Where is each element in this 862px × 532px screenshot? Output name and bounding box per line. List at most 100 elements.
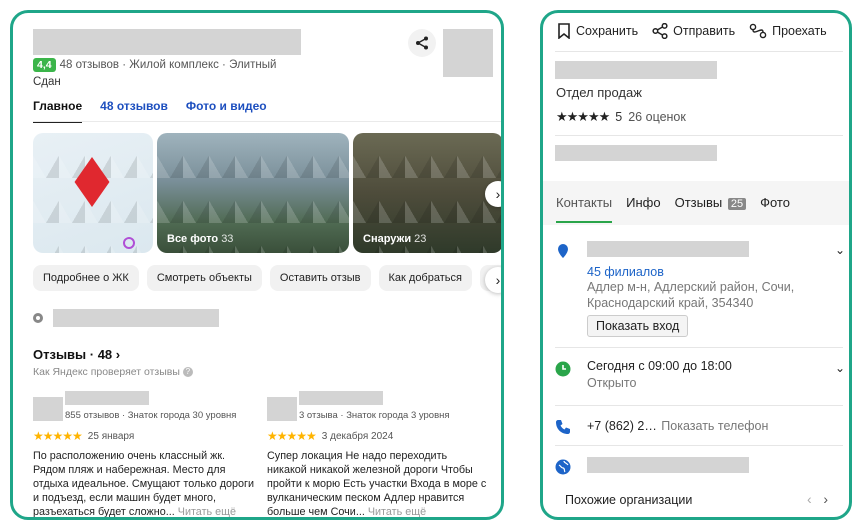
- chip-details[interactable]: Подробнее о ЖК: [33, 265, 139, 291]
- location-pin-icon: [33, 313, 43, 323]
- reviews-verification-note[interactable]: Как Яндекс проверяет отзывы ?: [33, 366, 193, 378]
- chevron-right-icon[interactable]: ›: [823, 491, 828, 507]
- review-text: Супер локация Не надо переходить никакой…: [267, 450, 487, 518]
- author-name-redacted[interactable]: [299, 391, 383, 405]
- question-icon: ?: [182, 367, 193, 378]
- chip-view-objects[interactable]: Смотреть объекты: [146, 265, 262, 291]
- rating-row[interactable]: ★★★★★ 5 26 оценок: [556, 109, 686, 125]
- route-icon: [749, 23, 767, 39]
- all-photos-caption: Все фото 33: [167, 233, 234, 245]
- tab-main[interactable]: Главное: [33, 99, 83, 123]
- tab-reviews[interactable]: 48 отзывов: [100, 99, 168, 123]
- tab-photo[interactable]: Фото: [760, 195, 790, 223]
- address-text: Адлер м-н, Адлерский район, Сочи, Красно…: [587, 280, 795, 310]
- branches-link[interactable]: 45 филиалов: [587, 265, 817, 279]
- divider: [555, 51, 843, 52]
- show-phone-link[interactable]: Показать телефон: [661, 419, 768, 433]
- share-button[interactable]: [408, 29, 436, 57]
- tab-contacts[interactable]: Контакты: [556, 195, 613, 223]
- tab-info[interactable]: Инфо: [626, 195, 660, 223]
- chip-directions[interactable]: Как добраться: [378, 265, 472, 291]
- chevron-left-icon[interactable]: ‹: [807, 491, 812, 507]
- share-icon: [652, 23, 668, 39]
- send-button[interactable]: Отправить: [652, 23, 735, 39]
- review-text: По расположению очень классный жк. Рядом…: [33, 450, 255, 518]
- info-redacted: [555, 145, 717, 161]
- hours-text[interactable]: Сегодня с 09:00 до 18:00: [587, 359, 817, 373]
- save-button[interactable]: Сохранить: [557, 23, 638, 39]
- read-more-link[interactable]: Читать ещё: [178, 506, 236, 517]
- chips-next-button[interactable]: ›: [485, 267, 501, 293]
- review-stars: ★★★★★: [267, 429, 317, 443]
- rating-value: 5: [615, 110, 623, 124]
- rating-count: 26 оценок: [628, 110, 686, 124]
- action-bar: Сохранить Отправить Проехать: [557, 23, 827, 39]
- show-entrance-button[interactable]: Показать вход: [587, 315, 689, 337]
- action-chips: Подробнее о ЖК Смотреть объекты Оставить…: [33, 265, 501, 291]
- org-photo-redacted[interactable]: [443, 29, 493, 77]
- globe-icon: [555, 459, 571, 475]
- org-title-redacted: [33, 29, 301, 55]
- open-status: Открыто: [587, 376, 637, 390]
- divider: [555, 347, 843, 348]
- department-name: Отдел продаж: [556, 85, 642, 100]
- phone-number[interactable]: +7 (862) 2…: [587, 419, 657, 433]
- similar-nav: ‹ ›: [807, 491, 828, 507]
- map-thumbnail[interactable]: [33, 133, 153, 253]
- hours-section: Сегодня с 09:00 до 18:00 Открыто ⌄: [555, 359, 845, 399]
- chevron-down-icon[interactable]: ⌄: [835, 361, 845, 375]
- location-pin-icon: [558, 244, 568, 258]
- left-tabs: Главное 48 отзывов Фото и видео: [33, 99, 285, 123]
- divider: [555, 405, 843, 406]
- chip-leave-review[interactable]: Оставить отзыв: [269, 265, 371, 291]
- address-redacted[interactable]: [53, 309, 219, 327]
- review-date: 25 января: [87, 430, 135, 442]
- tab-photos[interactable]: Фото и видео: [186, 99, 267, 123]
- address-row: [33, 309, 219, 327]
- divider: [555, 135, 843, 136]
- author-name-redacted[interactable]: [65, 391, 149, 405]
- review-date: 3 декабря 2024: [321, 430, 394, 442]
- author-avatar-redacted[interactable]: [33, 397, 63, 421]
- org-card-left: 4,4 48 отзывов · Жилой комплекс · Элитны…: [10, 10, 504, 520]
- review-card: 855 отзывов · Знаток города 30 уровня ★★…: [33, 391, 255, 518]
- tab-reviews[interactable]: Отзывы 25: [675, 195, 747, 223]
- review-card: 3 отзыва · Знаток города 3 уровня ★★★★★ …: [267, 391, 489, 518]
- build-status: Сдан: [33, 76, 61, 88]
- map-pin-icon: [123, 237, 135, 249]
- rating-badge: 4,4: [33, 58, 56, 72]
- website-section: [555, 457, 845, 477]
- clock-icon: [555, 361, 571, 377]
- route-button[interactable]: Проехать: [749, 23, 827, 39]
- phone-section: +7 (862) 2… Показать телефон: [555, 417, 845, 437]
- branch-name-redacted: [587, 241, 749, 257]
- gallery-next-button[interactable]: ›: [485, 181, 501, 207]
- author-avatar-redacted[interactable]: [267, 397, 297, 421]
- chevron-right-icon: ›: [495, 186, 501, 202]
- read-more-link[interactable]: Читать ещё: [368, 506, 426, 517]
- org-card-right: Сохранить Отправить Проехать Отдел прода…: [540, 10, 852, 520]
- author-info: 855 отзывов · Знаток города 30 уровня: [65, 410, 237, 421]
- bookmark-icon: [558, 23, 570, 39]
- phone-icon: [556, 420, 570, 434]
- outside-photos-caption: Снаружи 23: [363, 233, 427, 245]
- similar-orgs-heading[interactable]: Похожие организации: [565, 493, 692, 507]
- meta-text[interactable]: 48 отзывов · Жилой комплекс · Элитный: [60, 59, 277, 71]
- chevron-down-icon[interactable]: ⌄: [835, 243, 845, 257]
- right-tabs: Контакты Инфо Отзывы 25 Фото: [556, 195, 790, 223]
- reviews-count-badge: 25: [727, 198, 747, 210]
- tabs-divider: [33, 121, 501, 122]
- org-meta: 4,4 48 отзывов · Жилой комплекс · Элитны…: [33, 58, 276, 72]
- chevron-right-icon: ›: [495, 272, 501, 288]
- all-photos-tile[interactable]: Все фото 33: [157, 133, 349, 253]
- rating-stars: ★★★★★: [556, 109, 610, 124]
- outside-photos-tile[interactable]: Снаружи 23: [353, 133, 501, 253]
- org-name-redacted[interactable]: [555, 61, 717, 79]
- author-info: 3 отзыва · Знаток города 3 уровня: [299, 410, 450, 421]
- address-section: 45 филиалов Адлер м-н, Адлерский район, …: [555, 241, 845, 341]
- reviews-heading[interactable]: Отзывы · 48 ›: [33, 347, 120, 362]
- share-icon: [416, 36, 428, 50]
- divider: [555, 445, 843, 446]
- review-stars: ★★★★★: [33, 429, 83, 443]
- website-redacted[interactable]: [587, 457, 749, 473]
